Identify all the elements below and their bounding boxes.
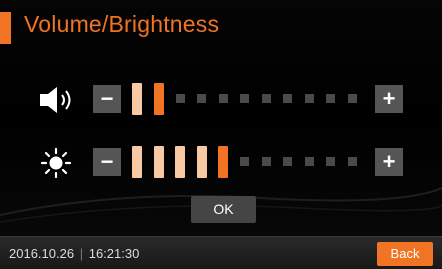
volume-segment-on[interactable] [132,83,142,115]
volume-segment-on[interactable] [153,83,164,115]
brightness-segment-off[interactable] [347,157,357,166]
volume-segment-off[interactable] [304,94,314,103]
page-title: Volume/Brightness [24,11,220,37]
date-text: 2016.10.26 [9,246,75,261]
volume-segment-off[interactable] [197,94,206,103]
title-accent-bar [0,12,11,44]
speaker-icon [40,87,71,113]
volume-level-bar[interactable] [132,83,368,115]
brightness-segment-off[interactable] [304,157,314,166]
time-text: 16:21:30 [88,246,140,261]
volume-segment-off[interactable] [240,94,249,103]
back-button[interactable]: Back [377,242,433,266]
volume-segment-off[interactable] [175,94,185,103]
brightness-segment-off[interactable] [240,157,249,166]
volume-segment-off[interactable] [347,94,357,103]
volume-segment-off[interactable] [283,94,292,103]
volume-segment-off[interactable] [218,94,228,103]
header: Volume/Brightness [0,8,442,44]
brightness-segment-off[interactable] [326,157,335,166]
volume-row: − + [0,83,442,117]
volume-segment-off[interactable] [326,94,335,103]
datetime: 2016.10.26 | 16:21:30 [9,246,139,261]
datetime-separator: | [79,246,84,261]
volume-decrease-button[interactable]: − [93,85,121,113]
footer-bar: 2016.10.26 | 16:21:30 Back [0,236,442,269]
brightness-segment-off[interactable] [261,157,271,166]
volume-increase-button[interactable]: + [375,85,403,113]
volume-brightness-screen: Volume/Brightness − + − + OK 2016.10.26 … [0,0,442,269]
ok-button[interactable]: OK [191,196,256,223]
volume-segment-off[interactable] [261,94,271,103]
brightness-segment-off[interactable] [283,157,292,166]
